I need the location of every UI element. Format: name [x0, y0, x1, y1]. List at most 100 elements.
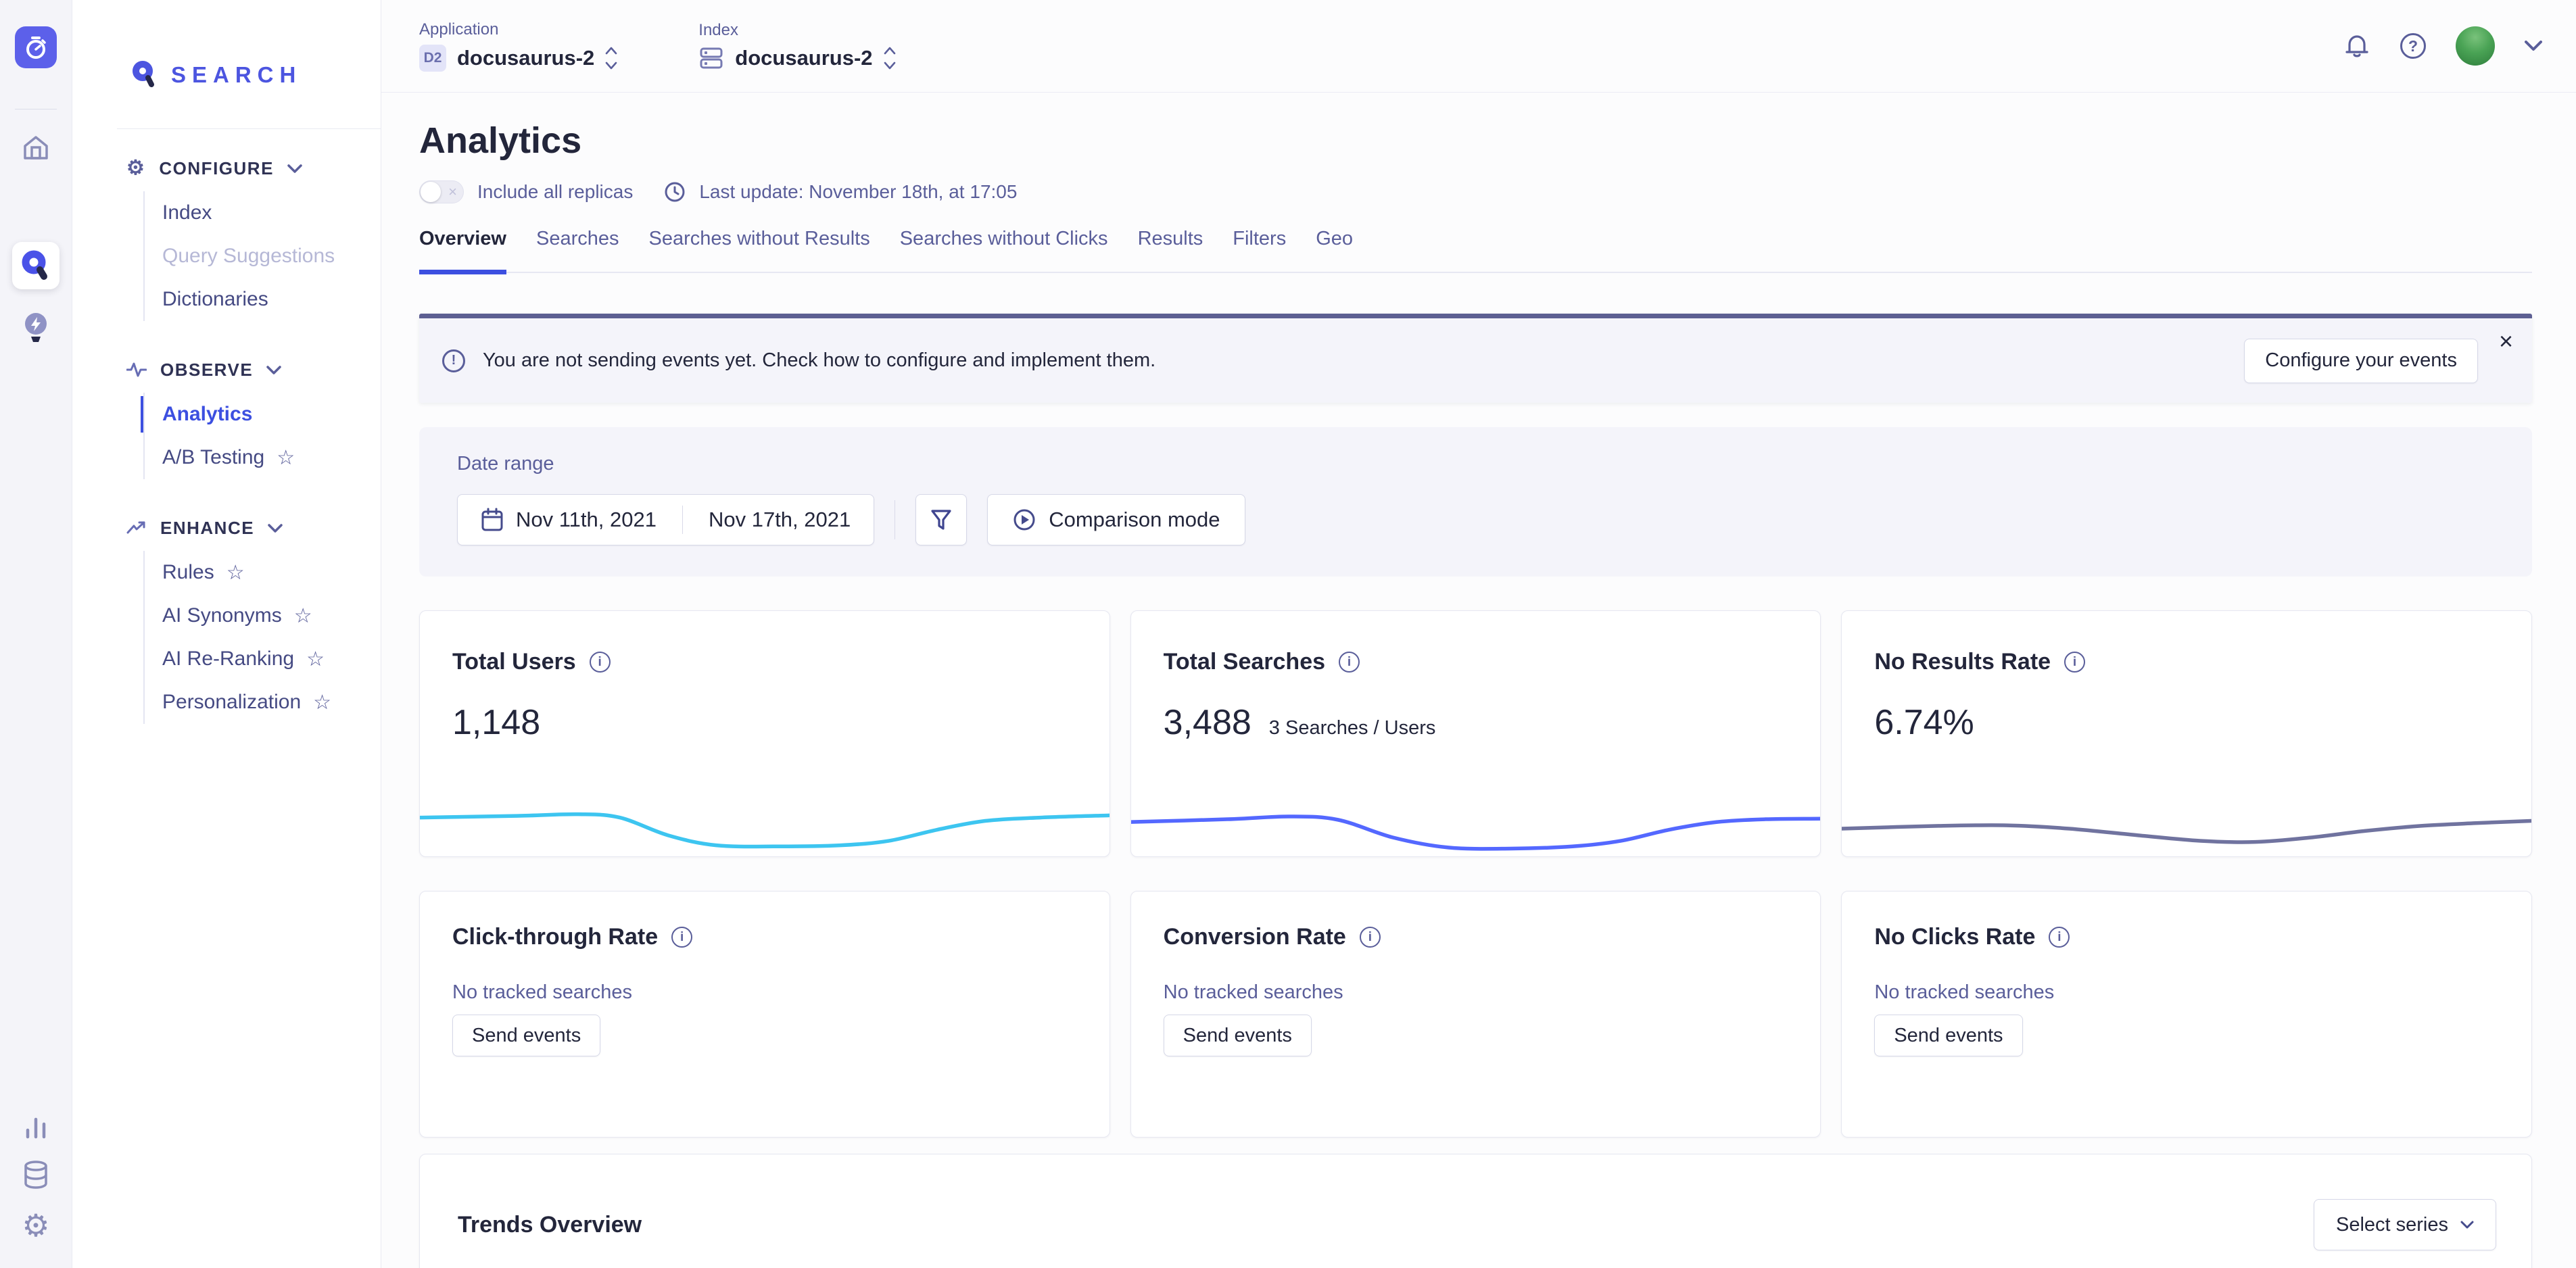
icon-rail: ⚙ — [0, 0, 72, 1268]
star-icon[interactable]: ☆ — [277, 446, 295, 470]
configure-events-button[interactable]: Configure your events — [2244, 339, 2478, 383]
tab-geo[interactable]: Geo — [1316, 228, 1353, 272]
include-replicas-toggle[interactable]: × — [419, 180, 464, 203]
tab-filters[interactable]: Filters — [1233, 228, 1286, 272]
search-nav-button[interactable] — [12, 242, 59, 289]
product-logo[interactable]: SEARCH — [99, 20, 381, 129]
events-banner: ! You are not sending events yet. Check … — [419, 314, 2532, 403]
select-chevrons-icon[interactable] — [884, 45, 896, 71]
info-glyph: i — [2073, 655, 2076, 670]
select-series-label: Select series — [2336, 1214, 2448, 1236]
star-icon[interactable]: ☆ — [313, 691, 331, 714]
tab-searches-without-clicks[interactable]: Searches without Clicks — [900, 228, 1108, 272]
select-series-button[interactable]: Select series — [2314, 1199, 2496, 1250]
total-searches-card: Total Searches i 3,488 3 Searches / User… — [1130, 610, 1821, 857]
sidebar-item-ai-synonyms[interactable]: AI Synonyms ☆ — [162, 594, 381, 637]
sidebar-item-index[interactable]: Index — [162, 191, 381, 235]
application-label: Application — [419, 20, 617, 39]
bell-icon — [2343, 32, 2370, 60]
comparison-mode-label: Comparison mode — [1049, 508, 1220, 532]
app-logo-button[interactable] — [15, 26, 57, 68]
sidebar-section-enhance[interactable]: ENHANCE — [126, 509, 381, 547]
card-title: Conversion Rate — [1164, 924, 1346, 950]
sidebar-nav: ⚙ CONFIGURE Index Query Suggestions Dict… — [99, 129, 381, 754]
send-events-button[interactable]: Send events — [452, 1015, 600, 1056]
play-circle-icon — [1012, 508, 1036, 532]
data-nav-button[interactable] — [22, 1160, 50, 1190]
application-value: docusaurus-2 — [457, 46, 594, 70]
topbar: Application D2 docusaurus-2 Index — [381, 0, 2576, 93]
total-searches-sparkline — [1131, 801, 1821, 856]
card-title: No Results Rate — [1874, 649, 2051, 675]
toggle-off-icon: × — [448, 185, 457, 199]
info-icon[interactable]: i — [1360, 927, 1381, 948]
close-icon[interactable]: × — [2499, 329, 2513, 353]
star-icon[interactable]: ☆ — [294, 604, 312, 628]
settings-nav-button[interactable]: ⚙ — [22, 1210, 49, 1241]
sidebar-item-query-suggestions[interactable]: Query Suggestions — [162, 235, 381, 278]
info-glyph: i — [598, 655, 602, 670]
application-selector[interactable]: Application D2 docusaurus-2 — [419, 20, 617, 72]
comparison-mode-button[interactable]: Comparison mode — [987, 494, 1245, 545]
date-range-button[interactable]: Nov 11th, 2021 Nov 17th, 2021 — [457, 494, 874, 545]
card-title: Total Searches — [1164, 649, 1325, 675]
tab-searches[interactable]: Searches — [536, 228, 619, 272]
database-icon — [22, 1160, 50, 1190]
sidebar-item-ab-testing[interactable]: A/B Testing ☆ — [162, 436, 381, 479]
info-icon[interactable]: i — [590, 652, 611, 673]
card-title: No Clicks Rate — [1874, 924, 2035, 950]
sidebar-section-observe[interactable]: OBSERVE — [126, 351, 381, 389]
star-icon[interactable]: ☆ — [306, 648, 325, 671]
tab-searches-without-results[interactable]: Searches without Results — [649, 228, 870, 272]
index-selector[interactable]: Index docusaurus-2 — [698, 21, 895, 71]
gear-icon: ⚙ — [22, 1210, 49, 1241]
conversion-rate-card: Conversion Rate i No tracked searches Se… — [1130, 891, 1821, 1138]
notifications-button[interactable] — [2343, 32, 2370, 60]
info-icon[interactable]: i — [2064, 652, 2085, 673]
sidebar-section-configure[interactable]: ⚙ CONFIGURE — [126, 149, 381, 187]
tab-overview[interactable]: Overview — [419, 228, 506, 272]
sidebar-item-analytics[interactable]: Analytics — [162, 393, 381, 436]
sidebar-item-dictionaries[interactable]: Dictionaries — [162, 278, 381, 321]
send-events-button[interactable]: Send events — [1164, 1015, 1312, 1056]
help-button[interactable]: ? — [2400, 33, 2426, 59]
help-glyph: ? — [2408, 37, 2418, 55]
topbar-actions: ? — [2343, 26, 2542, 66]
select-chevrons-icon[interactable] — [605, 45, 617, 71]
info-icon[interactable]: i — [2049, 927, 2070, 948]
recommend-nav-button[interactable] — [12, 304, 59, 351]
sidebar-item-ai-reranking[interactable]: AI Re-Ranking ☆ — [162, 637, 381, 681]
home-icon — [20, 132, 51, 164]
info-icon[interactable]: i — [1339, 652, 1360, 673]
chevron-down-icon — [268, 524, 283, 533]
info-glyph: i — [1368, 930, 1372, 945]
user-menu-chevron-icon[interactable] — [2525, 41, 2542, 51]
send-events-button[interactable]: Send events — [1874, 1015, 2022, 1056]
alert-glyph: ! — [452, 353, 456, 368]
rail-bottom-group: ⚙ — [22, 1113, 50, 1268]
observe-items: Analytics A/B Testing ☆ — [143, 393, 381, 479]
section-label: ENHANCE — [160, 518, 254, 539]
monitoring-nav-button[interactable] — [22, 1113, 49, 1140]
info-glyph: i — [1347, 655, 1351, 670]
lightbulb-bolt-icon — [21, 311, 51, 345]
search-logo-icon — [130, 59, 159, 91]
trends-title: Trends Overview — [458, 1212, 642, 1238]
home-nav-button[interactable] — [12, 124, 59, 172]
sidebar-item-personalization[interactable]: Personalization ☆ — [162, 681, 381, 724]
avatar[interactable] — [2456, 26, 2495, 66]
filter-button[interactable] — [915, 494, 967, 545]
application-badge: D2 — [419, 45, 446, 72]
empty-status: No tracked searches — [1164, 981, 1788, 1004]
analytics-tabs: Overview Searches Searches without Resul… — [419, 228, 2532, 273]
sidebar-item-label: Index — [162, 201, 212, 224]
info-icon[interactable]: i — [671, 927, 692, 948]
tab-results[interactable]: Results — [1138, 228, 1203, 272]
sidebar-item-label: Query Suggestions — [162, 245, 335, 268]
main-column: Application D2 docusaurus-2 Index — [381, 0, 2576, 1268]
sidebar-item-rules[interactable]: Rules ☆ — [162, 551, 381, 594]
card-title: Total Users — [452, 649, 576, 675]
date-range-controls: Nov 11th, 2021 Nov 17th, 2021 — [457, 494, 2494, 545]
trends-overview-card: Trends Overview Select series — [419, 1154, 2532, 1268]
star-icon[interactable]: ☆ — [226, 561, 245, 585]
